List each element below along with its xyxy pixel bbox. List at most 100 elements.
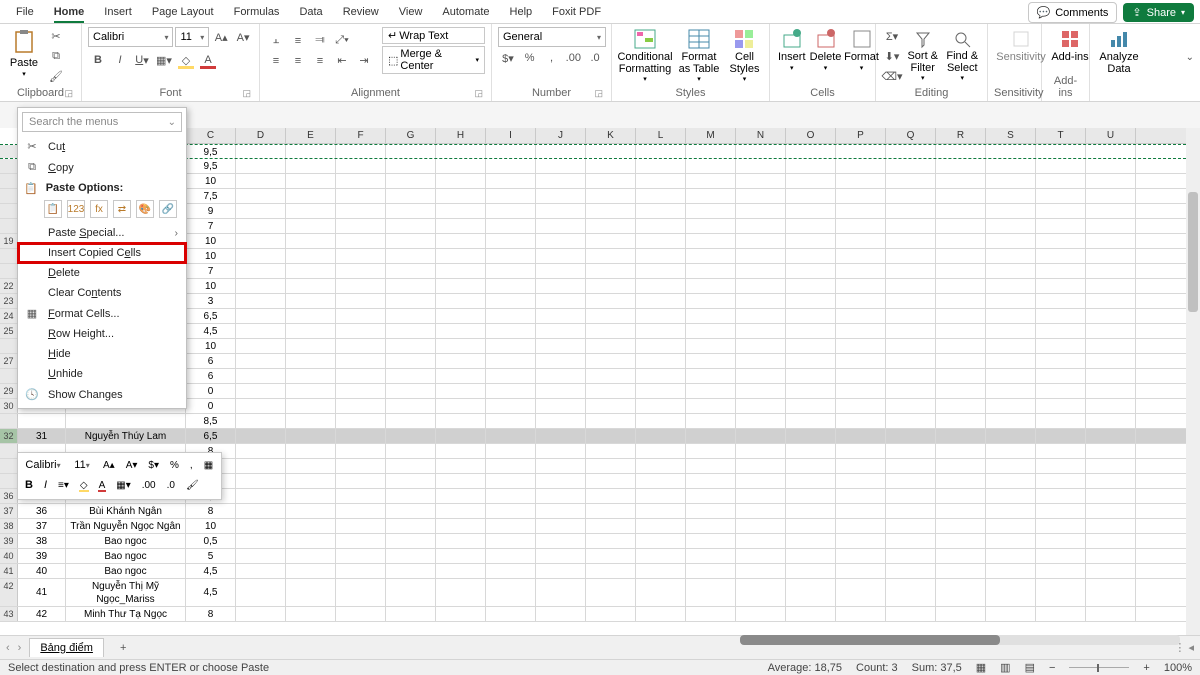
cell[interactable]: [686, 459, 736, 473]
find-select-button[interactable]: Find & Select▾: [944, 28, 982, 84]
cell[interactable]: 10: [186, 249, 236, 263]
row-header[interactable]: [0, 174, 18, 188]
cell[interactable]: 9: [186, 204, 236, 218]
cell[interactable]: [836, 369, 886, 383]
cell[interactable]: [586, 219, 636, 233]
cell[interactable]: [536, 174, 586, 188]
cell[interactable]: [386, 444, 436, 458]
cell[interactable]: [836, 279, 886, 293]
cell[interactable]: [1036, 324, 1086, 338]
cell[interactable]: [786, 354, 836, 368]
row-header[interactable]: [0, 249, 18, 263]
copy-button[interactable]: ⧉: [46, 47, 66, 65]
cell[interactable]: [736, 189, 786, 203]
cell[interactable]: [936, 607, 986, 621]
cell[interactable]: [936, 189, 986, 203]
cell[interactable]: [886, 579, 936, 606]
cell[interactable]: [736, 279, 786, 293]
view-normal-button[interactable]: ▦: [976, 661, 986, 674]
cell[interactable]: [286, 519, 336, 533]
cell[interactable]: [636, 534, 686, 548]
cell[interactable]: [736, 369, 786, 383]
cell[interactable]: [1086, 145, 1136, 158]
cell[interactable]: [886, 264, 936, 278]
cell[interactable]: 10: [186, 519, 236, 533]
cell[interactable]: [686, 549, 736, 563]
cell[interactable]: [1036, 534, 1086, 548]
cell[interactable]: [636, 339, 686, 353]
cell[interactable]: [536, 294, 586, 308]
cell[interactable]: [336, 534, 386, 548]
cell[interactable]: [936, 354, 986, 368]
cell[interactable]: [486, 279, 536, 293]
cell[interactable]: [736, 354, 786, 368]
cell[interactable]: [986, 204, 1036, 218]
cell[interactable]: [1086, 459, 1136, 473]
cell[interactable]: [636, 369, 686, 383]
cell[interactable]: [636, 414, 686, 428]
cell[interactable]: [486, 429, 536, 443]
cell[interactable]: [636, 264, 686, 278]
cell[interactable]: [936, 204, 986, 218]
cell[interactable]: [486, 324, 536, 338]
row-header[interactable]: 23: [0, 294, 18, 308]
cell[interactable]: [1036, 204, 1086, 218]
cell[interactable]: [686, 504, 736, 518]
cell[interactable]: [436, 504, 486, 518]
cell[interactable]: [1086, 339, 1136, 353]
cell[interactable]: [286, 219, 336, 233]
col-header-E[interactable]: E: [286, 128, 336, 143]
cell[interactable]: [236, 279, 286, 293]
cell[interactable]: [536, 189, 586, 203]
new-sheet-button[interactable]: +: [112, 642, 134, 654]
cell[interactable]: [386, 294, 436, 308]
cell[interactable]: [636, 607, 686, 621]
cell[interactable]: [986, 369, 1036, 383]
autosum-button[interactable]: Σ▾: [882, 27, 902, 45]
cell[interactable]: [936, 459, 986, 473]
cell[interactable]: [486, 159, 536, 173]
col-header-F[interactable]: F: [336, 128, 386, 143]
ribbon-collapse-button[interactable]: ⌄: [1186, 52, 1194, 63]
cell[interactable]: [236, 219, 286, 233]
cell[interactable]: [786, 444, 836, 458]
table-row[interactable]: 4241Nguyễn Thị Mỹ Ngọc_Mariss4,5: [0, 579, 1186, 607]
cell[interactable]: [1036, 429, 1086, 443]
cell[interactable]: [236, 354, 286, 368]
cell[interactable]: [336, 519, 386, 533]
cell[interactable]: [586, 174, 636, 188]
cell[interactable]: [936, 234, 986, 248]
cell[interactable]: [236, 204, 286, 218]
cell[interactable]: [236, 174, 286, 188]
cell[interactable]: 4,5: [186, 324, 236, 338]
cell[interactable]: [636, 354, 686, 368]
cell[interactable]: [586, 504, 636, 518]
cell[interactable]: [886, 474, 936, 488]
cell[interactable]: [786, 309, 836, 323]
cell[interactable]: [436, 234, 486, 248]
cell[interactable]: [386, 489, 436, 503]
cell[interactable]: [1036, 384, 1086, 398]
view-pagebreak-button[interactable]: ▤: [1025, 661, 1035, 674]
row-header[interactable]: [0, 145, 18, 158]
cell[interactable]: [536, 607, 586, 621]
cell[interactable]: [786, 579, 836, 606]
cell[interactable]: [386, 459, 436, 473]
row-header[interactable]: 30: [0, 399, 18, 413]
cell[interactable]: [486, 489, 536, 503]
cell[interactable]: [536, 264, 586, 278]
cell[interactable]: [286, 174, 336, 188]
cell[interactable]: [1086, 564, 1136, 578]
cell[interactable]: [1086, 159, 1136, 173]
mini-font-color[interactable]: A: [95, 476, 110, 494]
paste-option-2[interactable]: 123: [67, 200, 85, 218]
cell[interactable]: [786, 564, 836, 578]
underline-button[interactable]: U▾: [132, 51, 152, 69]
comments-button[interactable]: 💬 Comments: [1028, 2, 1118, 23]
cell[interactable]: [1086, 489, 1136, 503]
cell[interactable]: [686, 204, 736, 218]
percent-button[interactable]: %: [520, 49, 540, 67]
cell[interactable]: [986, 219, 1036, 233]
cell[interactable]: [386, 384, 436, 398]
cell[interactable]: [986, 339, 1036, 353]
